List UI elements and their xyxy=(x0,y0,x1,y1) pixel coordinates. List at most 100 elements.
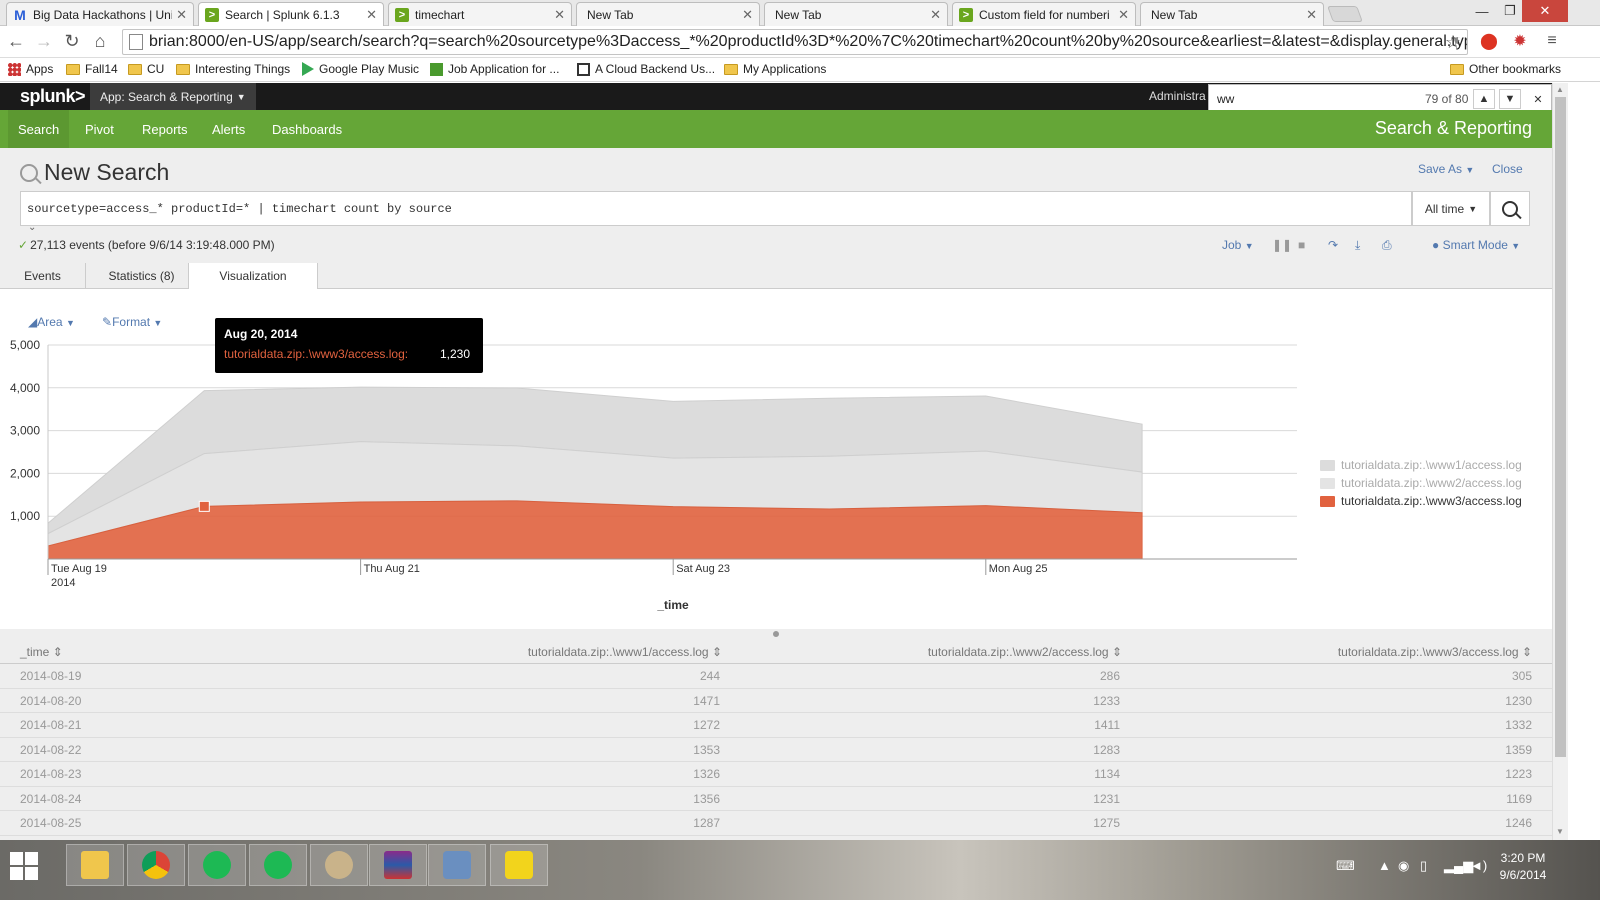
scrollbar-thumb[interactable] xyxy=(1555,97,1566,757)
find-input[interactable]: ww xyxy=(1217,92,1234,106)
legend-swatch xyxy=(1320,459,1335,471)
home-icon[interactable]: ⌂ xyxy=(86,28,114,56)
scroll-down-icon[interactable]: ▼ xyxy=(1556,827,1564,836)
close-link[interactable]: Close xyxy=(1492,162,1523,176)
nav-alerts[interactable]: Alerts xyxy=(202,110,255,148)
export-icon[interactable]: ⤓ xyxy=(1355,238,1360,253)
spotify-icon[interactable] xyxy=(188,844,246,886)
splunk-logo[interactable]: splunk> xyxy=(20,86,86,107)
nav-pivot[interactable]: Pivot xyxy=(75,110,124,148)
column-header-time[interactable]: _time ⇕ xyxy=(20,645,63,659)
tab-statistics[interactable]: Statistics (8) xyxy=(86,263,198,289)
bookmark-folder[interactable]: Fall14 xyxy=(66,62,118,76)
nav-dashboards[interactable]: Dashboards xyxy=(262,110,352,148)
find-next-icon[interactable]: ▼ xyxy=(1499,89,1521,109)
chevron-down-icon[interactable]: ⌄ xyxy=(28,222,36,233)
paint-icon[interactable] xyxy=(310,844,368,886)
search-button[interactable] xyxy=(1490,191,1530,226)
close-icon[interactable]: ✕ xyxy=(176,7,187,23)
legend-item[interactable]: tutorialdata.zip:.\www3/access.log xyxy=(1320,494,1522,508)
search-mode-menu[interactable]: ● Smart Mode ▼ xyxy=(1432,238,1520,252)
tab-visualization[interactable]: Visualization xyxy=(188,263,318,290)
user-menu[interactable]: Administra xyxy=(1149,89,1206,103)
other-bookmarks[interactable]: Other bookmarks xyxy=(1450,62,1561,76)
tab-events[interactable]: Events xyxy=(0,263,86,289)
bookmark-apps[interactable]: Apps xyxy=(8,62,53,76)
nav-search[interactable]: Search xyxy=(8,110,70,148)
reload-icon[interactable]: ↻ xyxy=(58,28,86,56)
window-close-icon[interactable]: ✕ xyxy=(1522,0,1568,22)
new-tab-button[interactable] xyxy=(1327,6,1363,22)
save-as-menu[interactable]: Save As ▼ xyxy=(1418,162,1474,176)
find-close-icon[interactable]: ✕ xyxy=(1527,89,1549,109)
column-header-www3[interactable]: tutorialdata.zip:.\www3/access.log ⇕ xyxy=(1338,645,1532,659)
chevron-up-icon[interactable]: ▲ xyxy=(1378,858,1391,873)
column-header-www2[interactable]: tutorialdata.zip:.\www2/access.log ⇕ xyxy=(928,645,1122,659)
close-icon[interactable]: ✕ xyxy=(366,7,377,23)
bookmark-link[interactable]: A Cloud Backend Us... xyxy=(577,62,715,76)
browser-tab[interactable]: M Big Data Hackathons | Uni ✕ xyxy=(6,2,194,26)
panel-resize-handle[interactable] xyxy=(773,631,779,637)
legend-item[interactable]: tutorialdata.zip:.\www1/access.log xyxy=(1320,458,1522,472)
app-menu[interactable]: App: Search & Reporting ▼ xyxy=(90,83,256,110)
column-header-www1[interactable]: tutorialdata.zip:.\www1/access.log ⇕ xyxy=(528,645,722,659)
bookmark-link[interactable]: Job Application for ... xyxy=(430,62,559,76)
system-clock[interactable]: 3:20 PM 9/6/2014 xyxy=(1488,850,1558,884)
browser-tab[interactable]: New Tab ✕ xyxy=(764,2,948,26)
scroll-up-icon[interactable]: ▲ xyxy=(1556,85,1564,94)
restore-icon[interactable]: ❐ xyxy=(1496,0,1524,22)
page-icon xyxy=(129,34,143,50)
table-cell: 2014-08-20 xyxy=(20,693,82,708)
time-range-picker[interactable]: All time ▼ xyxy=(1412,191,1490,226)
format-menu[interactable]: ✎Format ▼ xyxy=(102,315,162,329)
chart-type-menu[interactable]: ◢Area ▼ xyxy=(28,315,75,329)
close-icon[interactable]: ✕ xyxy=(742,7,753,23)
address-bar[interactable]: brian:8000/en-US/app/search/search?q=sea… xyxy=(122,29,1468,55)
spotify-icon[interactable] xyxy=(249,844,307,886)
page-scrollbar[interactable]: ▲ ▼ xyxy=(1552,83,1568,840)
signal-icon[interactable]: ▂▄▆ xyxy=(1444,858,1473,874)
bookmark-link[interactable]: Google Play Music xyxy=(302,62,419,76)
browser-tab[interactable]: > Custom field for numberi ✕ xyxy=(952,2,1136,26)
chrome-tray-icon[interactable]: ◉ xyxy=(1398,858,1409,874)
bookmark-folder[interactable]: Interesting Things xyxy=(176,62,290,76)
browser-tab[interactable]: New Tab ✕ xyxy=(1140,2,1324,26)
adblock-icon[interactable]: ⬤ xyxy=(1477,29,1501,53)
idea-icon[interactable] xyxy=(490,844,548,886)
nav-reports[interactable]: Reports xyxy=(132,110,198,148)
bookmark-folder[interactable]: My Applications xyxy=(724,62,826,76)
menu-icon[interactable]: ≡ xyxy=(1540,29,1564,53)
back-icon[interactable]: ← xyxy=(2,28,30,56)
pause-icon[interactable]: ❚❚ xyxy=(1272,238,1292,252)
browser-tab-active[interactable]: > Search | Splunk 6.1.3 ✕ xyxy=(198,2,384,27)
search-query-input[interactable]: sourcetype=access_* productId=* | timech… xyxy=(20,191,1412,226)
keyboard-icon[interactable]: ⌨ xyxy=(1336,858,1355,874)
browser-tab[interactable]: New Tab ✕ xyxy=(576,2,760,26)
close-icon[interactable]: ✕ xyxy=(1306,7,1317,23)
splunk-icon: > xyxy=(205,8,219,22)
minimize-icon[interactable]: — xyxy=(1468,0,1496,22)
column-header-label: tutorialdata.zip:.\www3/access.log xyxy=(1337,645,1519,659)
bookmark-folder[interactable]: CU xyxy=(128,62,164,76)
volume-icon[interactable]: ◄) xyxy=(1470,858,1487,873)
settings-extension-icon[interactable]: ✹ xyxy=(1508,29,1532,53)
chevron-down-icon: ▼ xyxy=(1244,241,1254,251)
browser-tab[interactable]: > timechart ✕ xyxy=(388,2,572,26)
windows-start-icon[interactable] xyxy=(10,852,38,880)
legend-item[interactable]: tutorialdata.zip:.\www2/access.log xyxy=(1320,476,1522,490)
share-icon[interactable]: ↷ xyxy=(1328,238,1338,252)
forward-icon[interactable]: → xyxy=(30,28,58,56)
chrome-icon[interactable] xyxy=(127,844,185,886)
job-menu[interactable]: Job ▼ xyxy=(1222,238,1254,252)
print-icon[interactable]: ⎙ xyxy=(1382,238,1392,253)
extension-icon[interactable]: ◐ xyxy=(1446,29,1470,53)
battery-icon[interactable]: ▯ xyxy=(1420,858,1427,874)
winrar-icon[interactable] xyxy=(369,844,427,886)
close-icon[interactable]: ✕ xyxy=(554,7,565,23)
virtualbox-icon[interactable] xyxy=(428,844,486,886)
find-previous-icon[interactable]: ▲ xyxy=(1473,89,1495,109)
stop-icon[interactable]: ■ xyxy=(1298,238,1305,252)
close-icon[interactable]: ✕ xyxy=(1118,7,1129,23)
file-explorer-icon[interactable] xyxy=(66,844,124,886)
close-icon[interactable]: ✕ xyxy=(930,7,941,23)
